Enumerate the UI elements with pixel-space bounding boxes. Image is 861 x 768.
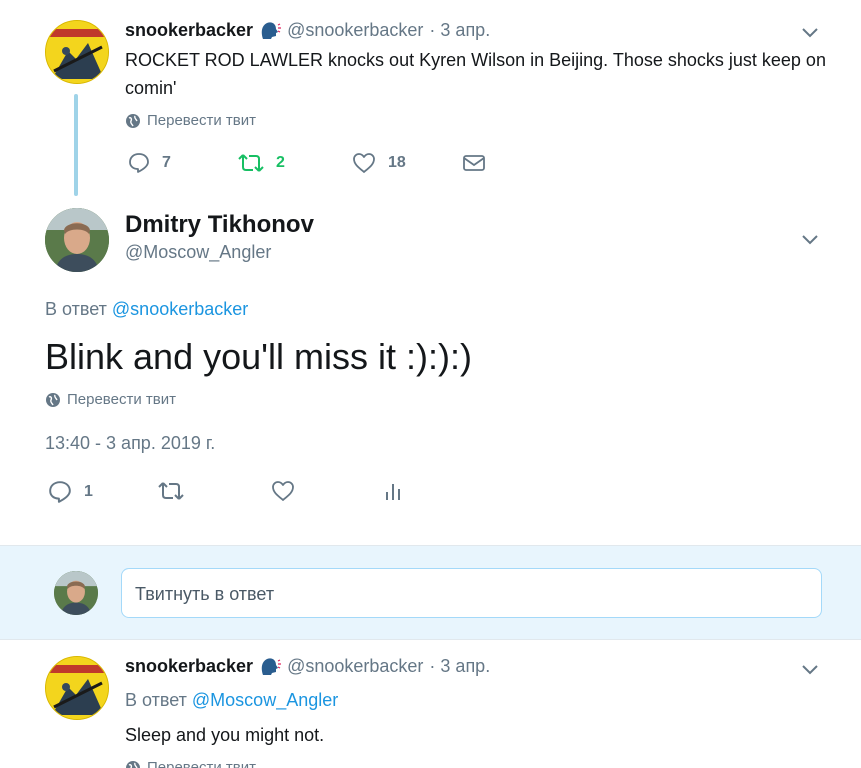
retweet-icon [158, 480, 184, 502]
focused-tweet: Dmitry Tikhonov @Moscow_Angler В ответ @… [0, 200, 861, 545]
retweet-count: 2 [276, 154, 285, 171]
like-action[interactable] [271, 480, 295, 502]
current-user-avatar-image [54, 571, 98, 615]
globe-icon [125, 113, 141, 129]
translate-tweet-link[interactable]: Перевести твит [45, 391, 176, 408]
thread-line [74, 94, 78, 196]
reply-to-link[interactable]: @Moscow_Angler [192, 690, 338, 710]
chevron-down-icon[interactable] [800, 659, 820, 684]
speaking-head-icon [259, 657, 282, 677]
heart-icon [352, 152, 376, 174]
tweet-time[interactable]: · 3 апр. [429, 656, 490, 677]
snookerbacker-avatar-image [46, 21, 108, 83]
reply-context: В ответ @snookerbacker [45, 299, 248, 320]
author-name[interactable]: Dmitry Tikhonov [125, 211, 314, 239]
tweet-timestamp[interactable]: 13:40 - 3 апр. 2019 г. [45, 433, 215, 454]
current-user-avatar [54, 571, 98, 615]
like-action[interactable]: 18 [352, 152, 406, 174]
translate-label: Перевести твит [67, 391, 176, 408]
tweet-time[interactable]: · 3 апр. [429, 20, 490, 41]
author-name[interactable]: snookerbacker [125, 20, 253, 41]
globe-icon [45, 392, 61, 408]
reply-icon [48, 480, 72, 504]
reply-input[interactable]: Твитнуть в ответ [121, 568, 822, 618]
reply-composer: Твитнуть в ответ [0, 545, 861, 640]
translate-label: Перевести твит [147, 759, 256, 768]
direct-message-action[interactable] [462, 152, 486, 174]
author-handle[interactable]: @snookerbacker [287, 656, 423, 677]
reply-tweet[interactable]: snookerbacker @snookerbacker · 3 апр. В … [0, 640, 861, 768]
avatar[interactable] [45, 208, 109, 272]
speaking-head-icon [259, 21, 282, 41]
bar-chart-icon [383, 480, 403, 502]
retweet-icon [238, 152, 264, 174]
avatar[interactable] [45, 20, 109, 84]
translate-tweet-link[interactable]: Перевести твит [125, 112, 256, 129]
retweet-action[interactable]: 2 [238, 152, 285, 174]
tweet-text: Sleep and you might not. [125, 725, 325, 745]
avatar[interactable] [45, 656, 109, 720]
tweet-header: snookerbacker @snookerbacker · 3 апр. [125, 656, 490, 677]
translate-tweet-link[interactable]: Перевести твит [125, 759, 256, 768]
reply-icon [128, 152, 150, 174]
author-handle[interactable]: @Moscow_Angler [125, 242, 271, 263]
like-count: 18 [388, 154, 406, 171]
reply-input-placeholder: Твитнуть в ответ [135, 584, 275, 604]
author-handle[interactable]: @snookerbacker [287, 20, 423, 41]
tweet-text: Blink and you'll miss it :):):) [45, 336, 472, 377]
parent-tweet[interactable]: snookerbacker @snookerbacker · 3 апр. RO… [0, 0, 861, 200]
reply-prefix: В ответ [45, 299, 107, 319]
reply-prefix: В ответ [125, 690, 187, 710]
translate-label: Перевести твит [147, 112, 256, 129]
dmitry-avatar-image [45, 208, 109, 272]
tweet-text: ROCKET ROD LAWLER knocks out Kyren Wilso… [125, 50, 826, 98]
envelope-icon [462, 152, 486, 174]
heart-icon [271, 480, 295, 502]
analytics-action[interactable] [383, 480, 403, 502]
reply-to-link[interactable]: @snookerbacker [112, 299, 248, 319]
reply-context: В ответ @Moscow_Angler [125, 690, 338, 711]
reply-action[interactable]: 1 [48, 480, 93, 504]
reply-count: 1 [84, 483, 93, 500]
globe-icon [125, 760, 141, 768]
chevron-down-icon[interactable] [800, 229, 820, 254]
reply-action[interactable]: 7 [128, 152, 171, 174]
tweet-header: snookerbacker @snookerbacker · 3 апр. [125, 20, 490, 41]
chevron-down-icon[interactable] [800, 22, 820, 47]
author-name[interactable]: snookerbacker [125, 656, 253, 677]
reply-count: 7 [162, 154, 171, 171]
snookerbacker-avatar-image [46, 657, 108, 719]
retweet-action[interactable] [158, 480, 184, 502]
